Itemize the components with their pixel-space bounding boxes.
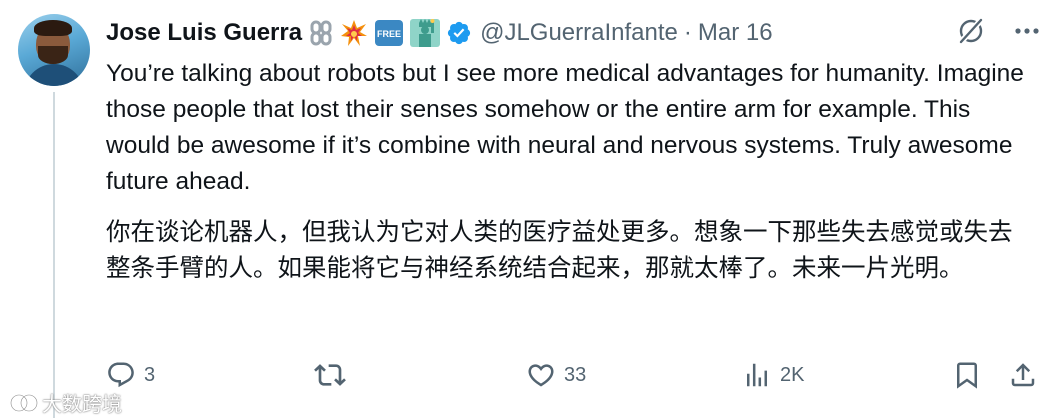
tweet-action-bar: 3 33 2K — [106, 358, 1038, 392]
reply-icon — [108, 362, 134, 388]
author-name[interactable]: Jose Luis Guerra — [106, 19, 302, 47]
tweet-text-chinese: 你在谈论机器人，但我认为它对人类的医疗益处更多。想象一下那些失去感觉或失去整条手… — [106, 217, 1013, 282]
watermark: 大数跨境 — [10, 388, 122, 417]
views-button[interactable]: 2K — [742, 358, 804, 392]
svg-text:FREE: FREE — [377, 29, 401, 39]
bookmark-icon — [957, 362, 977, 389]
reply-count: 3 — [144, 363, 156, 386]
thread-line — [53, 92, 55, 418]
watermark-text: 大数跨境 — [42, 392, 122, 416]
like-button[interactable]: 33 — [526, 358, 586, 392]
verified-badge-icon — [446, 19, 472, 47]
heart-icon — [528, 364, 554, 387]
share-button[interactable] — [1008, 358, 1038, 392]
like-count: 33 — [564, 363, 587, 386]
free-button-emoji-icon: FREE — [374, 19, 404, 47]
views-chart-icon — [747, 363, 767, 387]
chain-emoji-icon — [308, 19, 334, 47]
more-options-icon[interactable] — [1012, 16, 1042, 46]
tweet-date[interactable]: Mar 16 — [698, 19, 773, 47]
share-icon — [1011, 363, 1035, 387]
repost-button[interactable] — [314, 358, 354, 392]
separator-dot: · — [683, 19, 692, 46]
tweet-text-english: You’re talking about robots but I see mo… — [106, 60, 1024, 195]
author-handle[interactable]: @JLGuerraInfante — [480, 19, 678, 47]
statue-of-liberty-emoji-icon — [410, 19, 441, 47]
bookmark-button[interactable] — [952, 358, 982, 392]
reply-button[interactable]: 3 — [106, 358, 155, 392]
watermark-logo-icon — [10, 394, 38, 411]
tweet-top-actions — [956, 16, 1042, 46]
avatar[interactable] — [18, 14, 90, 86]
repost-icon — [314, 364, 346, 386]
collision-emoji-icon — [340, 19, 368, 47]
tweet-header: Jose Luis Guerra FREE @JLGuerraInfante ·… — [106, 16, 773, 50]
tweet-body: You’re talking about robots but I see mo… — [106, 56, 1036, 300]
views-count: 2K — [780, 363, 805, 386]
grok-icon[interactable] — [956, 16, 986, 46]
